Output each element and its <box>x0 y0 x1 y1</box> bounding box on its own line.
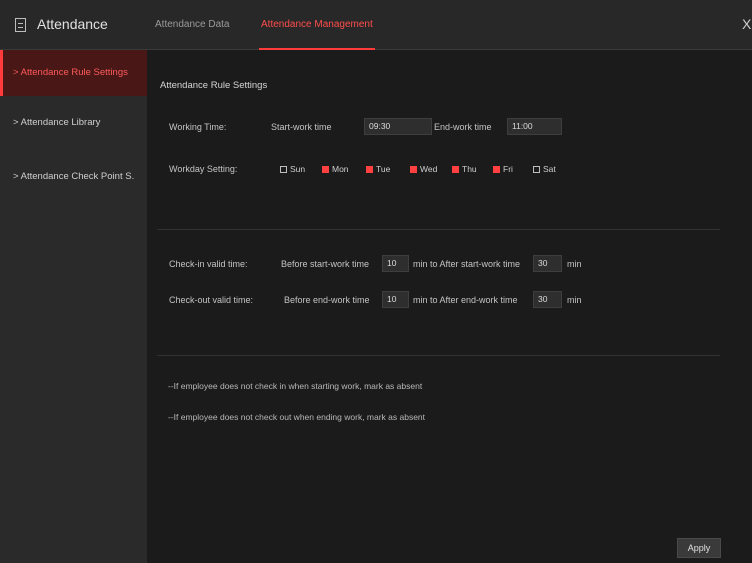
check-in-unit-label: min <box>567 259 582 269</box>
divider <box>157 355 720 356</box>
check-out-after-input[interactable]: 30 <box>533 291 562 308</box>
app-title: Attendance <box>37 16 108 32</box>
day-label: Mon <box>332 164 349 174</box>
main-panel: Attendance Rule Settings Working Time: S… <box>147 50 752 563</box>
sidebar-item-attendance-check-point[interactable]: > Attendance Check Point S. <box>0 154 147 200</box>
checkbox-icon <box>280 165 287 173</box>
check-out-unit-label: min <box>567 295 582 305</box>
check-in-valid-time-label: Check-in valid time: <box>169 259 248 269</box>
checkbox-checked-icon <box>493 165 500 173</box>
check-in-after-input[interactable]: 30 <box>533 255 562 272</box>
tab-attendance-data[interactable]: Attendance Data <box>155 19 230 30</box>
sidebar: > Attendance Rule Settings > Attendance … <box>0 50 147 563</box>
day-label: Sun <box>290 164 306 174</box>
end-work-time-input[interactable]: 11:00 <box>507 118 562 135</box>
checkbox-checked-icon <box>410 165 417 173</box>
day-checkbox-mon[interactable]: Mon <box>322 164 349 174</box>
workday-setting-label: Workday Setting: <box>169 164 238 174</box>
start-work-time-input[interactable]: 09:30 <box>364 118 432 135</box>
absent-rule-note-check-in: --If employee does not check in when sta… <box>168 381 423 391</box>
check-out-valid-time-label: Check-out valid time: <box>169 295 254 305</box>
check-in-before-input[interactable]: 10 <box>382 255 409 272</box>
day-checkbox-sat[interactable]: Sat <box>533 164 556 174</box>
close-icon[interactable]: X <box>742 16 752 32</box>
working-time-label: Working Time: <box>169 122 227 132</box>
checkbox-checked-icon <box>322 165 329 173</box>
apply-button[interactable]: Apply <box>677 538 721 558</box>
absent-rule-note-check-out: --If employee does not check out when en… <box>168 412 426 422</box>
sidebar-item-attendance-rule-settings[interactable]: > Attendance Rule Settings <box>0 50 147 96</box>
start-work-time-label: Start-work time <box>271 122 332 132</box>
day-checkbox-wed[interactable]: Wed <box>410 164 437 174</box>
check-out-to-label: min to After end-work time <box>413 295 518 305</box>
day-checkbox-sun[interactable]: Sun <box>280 164 305 174</box>
day-label: Thu <box>462 164 477 174</box>
day-label: Sat <box>543 164 556 174</box>
day-checkbox-thu[interactable]: Thu <box>452 164 477 174</box>
end-work-time-label: End-work time <box>434 122 492 132</box>
document-icon <box>15 18 26 32</box>
checkbox-checked-icon <box>452 165 459 173</box>
checkbox-checked-icon <box>366 165 373 173</box>
day-checkbox-tue[interactable]: Tue <box>366 164 390 174</box>
divider <box>157 229 720 230</box>
before-end-work-time-label: Before end-work time <box>284 295 370 305</box>
tab-attendance-management[interactable]: Attendance Management <box>261 19 373 30</box>
section-title: Attendance Rule Settings <box>160 80 268 91</box>
check-in-to-label: min to After start-work time <box>413 259 521 269</box>
day-label: Fri <box>503 164 513 174</box>
day-label: Tue <box>376 164 391 174</box>
top-bar: Attendance Attendance Data Attendance Ma… <box>0 0 752 50</box>
day-checkbox-fri[interactable]: Fri <box>493 164 513 174</box>
checkbox-icon <box>533 165 540 173</box>
check-out-before-input[interactable]: 10 <box>382 291 409 308</box>
day-label: Wed <box>420 164 438 174</box>
before-start-work-time-label: Before start-work time <box>281 259 370 269</box>
sidebar-item-attendance-library[interactable]: > Attendance Library <box>0 100 147 146</box>
